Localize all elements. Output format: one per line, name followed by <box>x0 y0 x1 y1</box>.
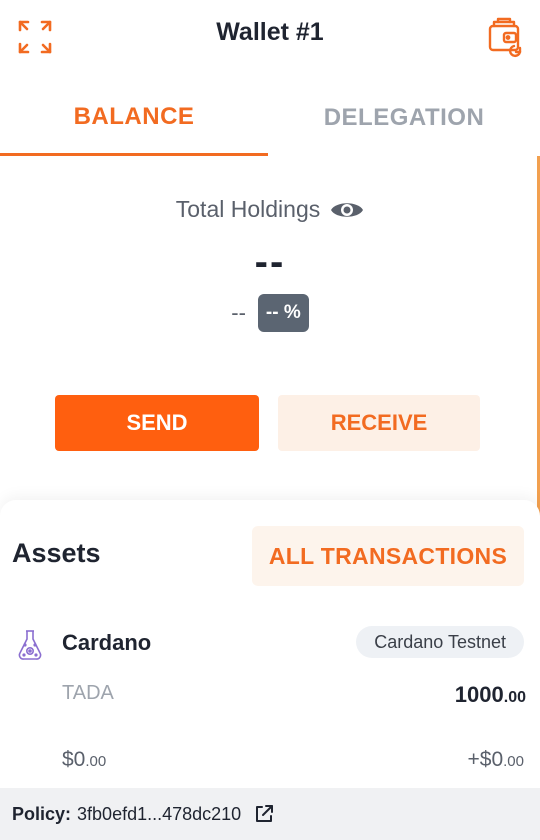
asset-fiat-value: $0.00 <box>62 748 106 772</box>
tab-delegation[interactable]: DELEGATION <box>268 80 540 156</box>
change-percent-badge: -- % <box>257 294 309 332</box>
wallet-connect-icon[interactable] <box>484 16 526 58</box>
tab-balance[interactable]: BALANCE <box>0 80 268 156</box>
receive-button[interactable]: RECEIVE <box>278 395 480 451</box>
total-holdings-label: Total Holdings <box>175 196 321 222</box>
policy-bar: Policy: 3fb0efd1...478dc210 <box>0 788 540 840</box>
header: Wallet #1 <box>0 0 540 80</box>
asset-card-cardano[interactable]: Cardano Cardano Testnet TADA 1000.00 $0.… <box>0 610 540 788</box>
assets-title: Assets <box>12 538 101 568</box>
asset-ticker: TADA <box>62 682 114 704</box>
change-value: -- <box>231 300 246 325</box>
total-holdings-value: -- <box>254 240 286 284</box>
network-badge: Cardano Testnet <box>356 626 524 658</box>
eye-icon[interactable] <box>330 198 364 222</box>
send-button[interactable]: SEND <box>55 395 259 451</box>
policy-label: Policy: <box>12 803 72 824</box>
asset-fiat-dec: .00 <box>85 753 107 770</box>
flask-icon <box>16 628 44 662</box>
policy-value: 3fb0efd1...478dc210 <box>77 803 242 824</box>
total-holdings-row: Total Holdings <box>0 196 540 223</box>
asset-fiat-change: +$0.00 <box>468 748 524 772</box>
asset-fiat-change-dec: .00 <box>503 753 524 770</box>
asset-amount: 1000.00 <box>455 682 526 708</box>
asset-fiat-change-int: +$0 <box>467 748 504 771</box>
wallet-title: Wallet #1 <box>216 18 324 46</box>
asset-amount-dec: .00 <box>503 689 526 706</box>
asset-fiat-int: $0 <box>62 748 86 771</box>
all-transactions-button[interactable]: ALL TRANSACTIONS <box>252 526 524 586</box>
change-row: -- -- % <box>0 294 540 332</box>
external-link-icon[interactable] <box>253 803 275 825</box>
asset-name: Cardano <box>62 630 152 655</box>
asset-amount-int: 1000 <box>454 682 504 707</box>
tab-bar: BALANCE DELEGATION <box>0 80 540 156</box>
